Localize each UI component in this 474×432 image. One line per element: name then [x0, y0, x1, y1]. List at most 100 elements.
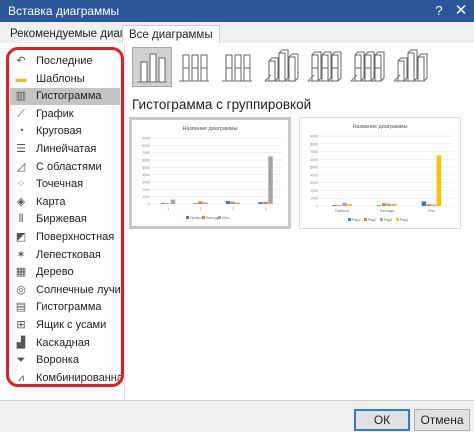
stacked-column-icon[interactable] [175, 47, 215, 87]
sidebar-item-4[interactable]: ◔ Круговая [12, 123, 118, 140]
sidebar-item-2[interactable]: ▥ Гистограмма [10, 88, 120, 106]
radar-chart-icon: ✶ [16, 248, 26, 261]
title-bar: Вставка диаграммы ? ✕ [0, 0, 474, 22]
sidebar-item-5[interactable]: ☰ Линейчатая [12, 141, 118, 158]
sidebar-item-label: Гистограмма [36, 301, 102, 314]
preview-bar [160, 203, 166, 204]
preview-bar [258, 202, 263, 204]
3d-stacked-column-icon-graphic [307, 51, 342, 82]
sidebar-item-label: Гистограмма [36, 90, 102, 103]
help-button[interactable]: ? [430, 2, 448, 20]
surface-chart-icon: ◩ [15, 231, 27, 243]
preview-bar [198, 201, 203, 204]
all-charts-panel: ↶ Последние ▬ Шаблоны ▥ Гистограмма ⟋ График ◔ Кр… [0, 43, 474, 401]
preview-chart-2: Название диаграммы 9000 8000 7000 6000 5000 40… [310, 124, 454, 222]
close-button[interactable]: ✕ [452, 2, 470, 20]
ok-button[interactable]: ОК [354, 409, 410, 431]
100-stacked-column-icon[interactable] [218, 47, 258, 87]
sidebar-item-label: Дерево [36, 266, 74, 279]
sidebar-item-11[interactable]: ✶ Лепестковая [12, 247, 118, 264]
preview-y-tick: 4000 [142, 173, 150, 177]
sidebar-item-18[interactable]: ⩘ Комбинированная [12, 370, 121, 384]
sidebar-item-16[interactable]: ▟ Каскадная [12, 335, 118, 352]
preview-bar [337, 205, 342, 206]
preview-legend-swatch [396, 218, 399, 221]
preview-chart-title: Название диаграммы [352, 124, 407, 130]
3d-column-icon[interactable] [390, 47, 430, 87]
preview-y-tick: 8000 [142, 144, 150, 148]
sidebar-item-12[interactable]: ▦ Дерево [12, 264, 118, 281]
sidebar-item-6[interactable]: ◿ С областями [12, 159, 118, 176]
3d-100-stacked-column-icon[interactable] [347, 47, 387, 87]
combo-chart-icon: ⩘ [17, 371, 25, 384]
clustered-column-icon-graphic [137, 53, 167, 83]
preview-y-tick: 3000 [310, 181, 318, 185]
preview-bar [230, 201, 236, 204]
preview-legend-swatch [186, 216, 189, 219]
preview-bar [225, 201, 231, 204]
preview-y-tick: 3000 [142, 181, 150, 185]
column-chart-icon: ▥ [15, 90, 27, 103]
line-chart-icon: ⟋ [17, 107, 25, 120]
sidebar-item-8[interactable]: ◈ Карта [12, 194, 118, 211]
3d-100-stacked-column-icon-graphic [350, 51, 385, 82]
preview-legend-swatch [202, 216, 205, 219]
preview-y-tick: 1000 [142, 195, 150, 199]
sidebar-item-3[interactable]: ⟋ График [12, 106, 118, 123]
preview-bar [263, 201, 268, 204]
sidebar-item-label: Лепестковая [36, 248, 101, 261]
sidebar-item-7[interactable]: ⁘ Точечная [12, 176, 118, 193]
preview-x-tick: Итог [428, 209, 436, 213]
preview-bar [193, 203, 198, 204]
preview-bar [377, 205, 382, 206]
sidebar-item-label: С областями [36, 160, 102, 173]
sidebar-item-10[interactable]: ◩ Поверхностная [12, 229, 118, 246]
sidebar-item-0[interactable]: ↶ Последние [12, 53, 118, 70]
preview-legend-swatch [364, 218, 367, 221]
sidebar-item-label: Ящик с усами [36, 319, 107, 331]
pie-chart-icon: ◔ [17, 125, 25, 138]
preview-bar [332, 205, 337, 206]
cancel-button[interactable]: Отмена [414, 409, 470, 431]
preview-x-tick: Расходы [380, 209, 395, 213]
sidebar-item-17[interactable]: ⏷ Воронка [12, 352, 118, 369]
sidebar-item-label: Воронка [36, 354, 79, 367]
box-whisker-icon: ⊞ [16, 319, 26, 331]
preview-bar [203, 202, 208, 204]
preview-bar [165, 203, 171, 204]
window-title: Вставка диаграммы [8, 4, 120, 18]
preview-bar [421, 201, 427, 206]
treemap-icon: ▦ [15, 266, 27, 279]
folder-icon: ▬ [15, 72, 27, 85]
sunburst-icon: ◎ [16, 283, 26, 296]
histogram-icon: ▤ [15, 301, 27, 314]
sidebar-item-13[interactable]: ◎ Солнечные лучи [12, 282, 121, 299]
divider [124, 43, 125, 401]
preview-y-tick: 6000 [142, 159, 150, 163]
sidebar-item-label: Линейчатая [36, 143, 97, 155]
chart-preview-2[interactable]: Название диаграммы 9000 8000 7000 6000 5000 40… [299, 117, 461, 229]
tab-all-charts[interactable]: Все диаграммы [122, 25, 220, 45]
sidebar-item-label: Шаблоны [36, 72, 85, 85]
preview-bar [235, 202, 241, 204]
preview-legend-label: Итог [222, 216, 230, 220]
tab-bar: Рекомендуемые диаграммы Все диаграммы [0, 22, 474, 45]
3d-stacked-column-icon[interactable] [304, 47, 344, 87]
map-icon: ◈ [16, 195, 26, 208]
100-stacked-column-icon-graphic [222, 54, 252, 82]
chart-preview-1[interactable]: Название диаграммы 9000 8000 7000 6000 5000 40… [129, 117, 291, 229]
sidebar-item-14[interactable]: ▤ Гистограмма [12, 299, 118, 316]
sidebar-item-9[interactable]: ⫴ Биржевая [12, 211, 118, 228]
preview-y-tick: 0 [148, 203, 150, 207]
3d-clustered-column-icon-graphic [264, 49, 299, 82]
preview-y-tick: 1000 [310, 197, 318, 201]
preview-bar [436, 155, 442, 206]
chart-type-list: ↶ Последние ▬ Шаблоны ▥ Гистограмма ⟋ График ◔ Кр… [6, 47, 124, 387]
sidebar-item-1[interactable]: ▬ Шаблоны [12, 71, 118, 88]
clustered-column-icon[interactable] [132, 47, 172, 87]
preview-bar [392, 203, 397, 206]
preview-x-tick: 1 [167, 207, 169, 211]
preview-x-tick: 3 [232, 207, 234, 211]
sidebar-item-15[interactable]: ⊞ Ящик с усами [12, 317, 118, 334]
3d-clustered-column-icon[interactable] [261, 47, 301, 87]
